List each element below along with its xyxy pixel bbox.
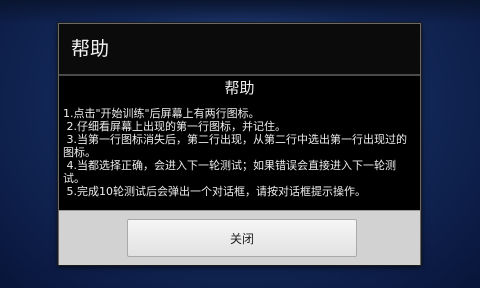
content-heading: 帮助 bbox=[224, 79, 255, 97]
close-button[interactable]: 关闭 bbox=[127, 219, 357, 257]
dialog-title: 帮助 bbox=[71, 37, 110, 60]
help-dialog: 帮助 帮助 1.点击"开始训练"后屏幕上有两行图标。 2.仔细看屏幕上出现的第一… bbox=[58, 23, 421, 265]
background-top-sheen bbox=[0, 0, 480, 24]
dialog-title-bar: 帮助 bbox=[59, 24, 420, 74]
dialog-footer: 关闭 bbox=[59, 210, 420, 265]
help-instructions: 1.点击"开始训练"后屏幕上有两行图标。 2.仔细看屏幕上出现的第一行图标，并记… bbox=[63, 107, 407, 198]
